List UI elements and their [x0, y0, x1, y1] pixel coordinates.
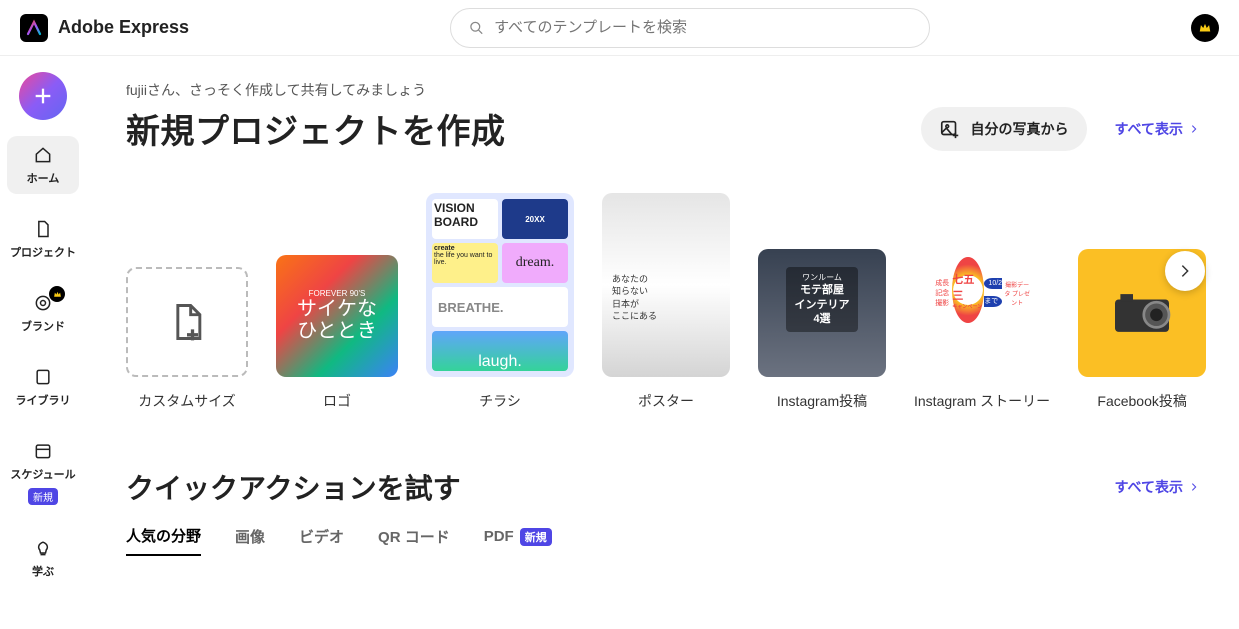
ig-post-thumb: ワンルーム モテ部屋 インテリア 4選: [758, 249, 886, 377]
main-content: fujiiさん、さっそく作成して共有してみましょう 新規プロジェクトを作成 自分…: [86, 56, 1239, 629]
template-card-flyer[interactable]: VISION BOARD 20XX createthe life you wan…: [426, 193, 574, 411]
template-carousel: カスタムサイズ FOREVER 90'S サイケな ひととき ロゴ VISION…: [126, 193, 1199, 411]
from-photo-button[interactable]: 自分の写真から: [921, 107, 1087, 151]
sidebar-item-learn[interactable]: 学ぶ: [7, 529, 79, 587]
premium-badge-icon: [49, 286, 65, 302]
lightbulb-icon: [32, 537, 54, 559]
template-label: チラシ: [479, 391, 521, 411]
template-card-logo[interactable]: FOREVER 90'S サイケな ひととき ロゴ: [276, 193, 398, 411]
template-card-instagram-post[interactable]: ワンルーム モテ部屋 インテリア 4選 Instagram投稿: [758, 193, 886, 411]
logo-wrap[interactable]: Adobe Express: [20, 14, 189, 42]
plus-icon: [32, 85, 54, 107]
template-label: Facebook投稿: [1097, 391, 1186, 411]
template-label: ポスター: [638, 391, 694, 411]
file-icon: [32, 218, 54, 240]
show-all-quick-link[interactable]: すべて表示: [1115, 477, 1199, 497]
poster-thumb: あなたの 知らない 日本が ここにある: [602, 193, 730, 377]
tab-pdf-label: PDF: [484, 528, 514, 545]
sidebar-item-home[interactable]: ホーム: [7, 136, 79, 194]
page-title: 新規プロジェクトを作成: [126, 104, 506, 153]
template-card-poster[interactable]: あなたの 知らない 日本が ここにある ポスター: [602, 193, 730, 411]
search-bar[interactable]: [450, 8, 930, 48]
chevron-right-icon: [1189, 124, 1199, 134]
template-card-facebook-post[interactable]: Facebook投稿: [1078, 193, 1206, 411]
tab-pdf[interactable]: PDF 新規: [484, 528, 552, 554]
search-input[interactable]: [494, 19, 911, 36]
new-badge: 新規: [28, 488, 58, 505]
template-label: カスタムサイズ: [138, 391, 236, 411]
template-card-custom-size[interactable]: カスタムサイズ: [126, 193, 248, 411]
sidebar-item-projects[interactable]: プロジェクト: [7, 210, 79, 268]
sidebar-item-library[interactable]: ライブラリ: [7, 358, 79, 416]
sidebar-item-label: ホーム: [27, 170, 60, 186]
sidebar-item-brand[interactable]: ブランド: [7, 284, 79, 342]
search-icon: [469, 20, 484, 36]
library-icon: [32, 366, 54, 388]
product-name: Adobe Express: [58, 17, 189, 38]
image-plus-icon: [939, 118, 961, 140]
logo-thumb: FOREVER 90'S サイケな ひととき: [276, 255, 398, 377]
tab-video[interactable]: ビデオ: [299, 526, 344, 555]
create-fab[interactable]: [19, 72, 67, 120]
show-all-label: すべて表示: [1115, 477, 1183, 497]
sidebar-item-label: プロジェクト: [10, 244, 76, 260]
calendar-icon: [32, 440, 54, 462]
show-all-label: すべて表示: [1115, 119, 1183, 139]
from-photo-label: 自分の写真から: [971, 119, 1069, 139]
carousel-next-button[interactable]: [1165, 251, 1205, 291]
template-label: Instagram ストーリー: [914, 391, 1050, 411]
sidebar-item-schedule[interactable]: スケジュール 新規: [7, 432, 79, 513]
tab-qrcode[interactable]: QR コード: [378, 526, 450, 555]
template-label: Instagram投稿: [777, 391, 867, 411]
flyer-thumb: VISION BOARD 20XX createthe life you wan…: [426, 193, 574, 377]
page-plus-icon: [165, 300, 209, 344]
greeting-text: fujiiさん、さっそく作成して共有してみましょう: [126, 80, 1199, 100]
adobe-express-logo-icon: [20, 14, 48, 42]
sidebar-item-label: スケジュール: [10, 466, 75, 482]
tab-popular[interactable]: 人気の分野: [126, 525, 201, 556]
top-header: Adobe Express: [0, 0, 1239, 56]
quick-actions-title: クイックアクションを試す: [126, 467, 461, 507]
sidebar: ホーム プロジェクト ブランド ライブラリ スケジュール 新規 学ぶ: [0, 56, 86, 629]
home-icon: [32, 144, 54, 166]
chevron-right-icon: [1177, 263, 1193, 279]
template-label: ロゴ: [323, 391, 351, 411]
custom-size-thumb: [126, 267, 248, 377]
quick-actions-tabs: 人気の分野 画像 ビデオ QR コード PDF 新規: [126, 525, 1199, 556]
account-avatar[interactable]: [1191, 14, 1219, 42]
new-badge: 新規: [520, 528, 552, 546]
chevron-right-icon: [1189, 482, 1199, 492]
sidebar-item-label: 学ぶ: [32, 563, 54, 579]
sidebar-item-label: ライブラリ: [16, 392, 71, 408]
template-card-instagram-story[interactable]: 成長記念撮影 七五三キャンペーン 10/2 まで 撮影データ プレゼント Ins…: [914, 193, 1050, 411]
ig-story-thumb: 成長記念撮影 七五三キャンペーン 10/2 まで 撮影データ プレゼント: [932, 203, 1032, 377]
sidebar-item-label: ブランド: [21, 318, 65, 334]
tab-image[interactable]: 画像: [235, 526, 265, 555]
show-all-link[interactable]: すべて表示: [1115, 119, 1199, 139]
crown-icon: [1198, 21, 1212, 35]
